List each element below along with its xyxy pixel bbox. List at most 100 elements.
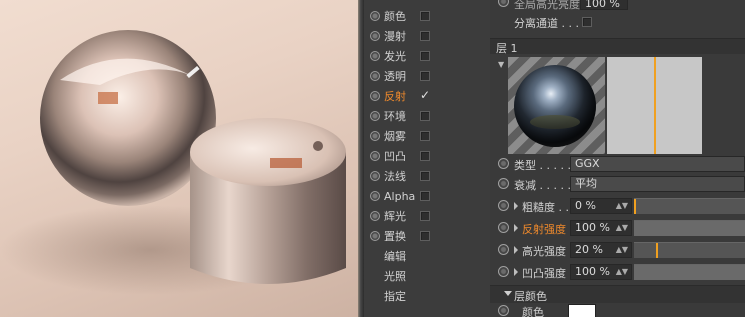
roughness-field[interactable]: 0 % ▲▼ bbox=[570, 198, 632, 214]
radio-icon[interactable] bbox=[370, 131, 380, 141]
channel-item[interactable]: 烟雾 bbox=[364, 126, 490, 146]
channel-label: 透明 bbox=[384, 70, 406, 83]
type-dropdown[interactable]: GGX bbox=[570, 156, 745, 172]
spinner-icon[interactable]: ▲▼ bbox=[616, 243, 628, 257]
channel-checkbox[interactable] bbox=[420, 191, 430, 201]
radio-icon[interactable] bbox=[498, 200, 509, 211]
channel-label: Alpha bbox=[384, 189, 416, 203]
channel-item[interactable]: 反射 ✓ bbox=[364, 86, 490, 106]
channel-item[interactable]: 漫射 bbox=[364, 26, 490, 46]
channel-label: 漫射 bbox=[384, 30, 406, 43]
channel-item[interactable]: 透明 bbox=[364, 66, 490, 86]
channel-label: 编辑 bbox=[384, 250, 406, 263]
collapse-arrow-icon[interactable]: ▼ bbox=[498, 60, 504, 69]
channel-item[interactable]: 颜色 bbox=[364, 6, 490, 26]
top-partial-value: 100 % bbox=[585, 0, 620, 10]
channel-checkbox[interactable] bbox=[420, 151, 430, 161]
radio-icon[interactable] bbox=[370, 191, 380, 201]
specular-field[interactable]: 20 % ▲▼ bbox=[570, 242, 632, 258]
radio-icon[interactable] bbox=[370, 231, 380, 241]
channel-item[interactable]: Alpha bbox=[364, 186, 490, 206]
radio-icon[interactable] bbox=[370, 111, 380, 121]
radio-icon[interactable] bbox=[498, 178, 509, 189]
channel-label: 环境 bbox=[384, 110, 406, 123]
reflect-strength-slider[interactable] bbox=[634, 220, 745, 236]
expand-arrow-icon[interactable] bbox=[514, 202, 518, 210]
channel-item[interactable]: 凹凸 bbox=[364, 146, 490, 166]
separate-pass-checkbox[interactable] bbox=[582, 17, 592, 27]
reflectance-preview bbox=[508, 57, 605, 154]
curve-line bbox=[654, 57, 656, 154]
bump-label: 凹凸强度 bbox=[522, 267, 566, 280]
specular-row: 高光强度 20 % ▲▼ bbox=[490, 240, 745, 260]
bump-field[interactable]: 100 % ▲▼ bbox=[570, 264, 632, 280]
radio-icon[interactable] bbox=[498, 244, 509, 255]
radio-icon[interactable] bbox=[370, 91, 380, 101]
radio-icon[interactable] bbox=[370, 171, 380, 181]
channel-item[interactable]: 法线 bbox=[364, 166, 490, 186]
radio-icon[interactable] bbox=[498, 222, 509, 233]
attenuation-dropdown[interactable]: 平均 bbox=[570, 176, 745, 192]
spinner-icon[interactable]: ▲▼ bbox=[616, 221, 628, 235]
specular-value: 20 % bbox=[575, 243, 603, 256]
channel-checkbox[interactable] bbox=[420, 51, 430, 61]
channel-checkbox[interactable] bbox=[420, 111, 430, 121]
channel-checkbox[interactable]: ✓ bbox=[420, 88, 430, 102]
color-swatch[interactable] bbox=[568, 304, 596, 317]
layer-color-section[interactable]: 层颜色 bbox=[490, 285, 745, 303]
channel-checkbox[interactable] bbox=[420, 211, 430, 221]
attenuation-row: 衰减 . . . . . . 平均 bbox=[490, 174, 745, 194]
channel-checkbox[interactable] bbox=[420, 31, 430, 41]
reflect-strength-row: 反射强度 100 % ▲▼ bbox=[490, 218, 745, 238]
channel-checkbox[interactable] bbox=[420, 131, 430, 141]
specular-label: 高光强度 bbox=[522, 245, 566, 258]
expand-arrow-icon[interactable] bbox=[514, 246, 518, 254]
roughness-slider[interactable] bbox=[634, 198, 745, 214]
spinner-icon[interactable]: ▲▼ bbox=[616, 265, 628, 279]
top-partial-field[interactable]: 100 % bbox=[580, 0, 628, 10]
radio-icon[interactable] bbox=[370, 211, 380, 221]
channel-checkbox[interactable] bbox=[420, 11, 430, 21]
type-value: GGX bbox=[575, 157, 600, 170]
channel-checkbox[interactable] bbox=[420, 71, 430, 81]
roughness-value: 0 % bbox=[575, 199, 596, 212]
channel-checkbox[interactable] bbox=[420, 171, 430, 181]
channel-item[interactable]: 编辑 bbox=[364, 246, 490, 266]
channel-item[interactable]: 发光 bbox=[364, 46, 490, 66]
expand-arrow-icon[interactable] bbox=[514, 268, 518, 276]
channel-item[interactable]: 光照 bbox=[364, 266, 490, 286]
channel-checkbox[interactable] bbox=[420, 231, 430, 241]
separate-pass-row: 分离通道 . . . . bbox=[490, 12, 745, 32]
render-viewport[interactable] bbox=[0, 0, 358, 317]
channel-label: 法线 bbox=[384, 170, 406, 183]
specular-slider[interactable] bbox=[634, 242, 745, 258]
channel-label: 凹凸 bbox=[384, 150, 406, 163]
channel-item[interactable]: 环境 bbox=[364, 106, 490, 126]
radio-icon[interactable] bbox=[370, 11, 380, 21]
reflect-strength-field[interactable]: 100 % ▲▼ bbox=[570, 220, 632, 236]
bump-slider[interactable] bbox=[634, 264, 745, 280]
radio-icon[interactable] bbox=[498, 0, 509, 7]
channel-item[interactable]: 指定 bbox=[364, 286, 490, 306]
radio-icon[interactable] bbox=[498, 266, 509, 277]
radio-icon[interactable] bbox=[498, 158, 509, 169]
layer-title: 层 1 bbox=[496, 42, 518, 55]
slider-marker bbox=[656, 243, 659, 258]
radio-icon[interactable] bbox=[370, 31, 380, 41]
radio-icon[interactable] bbox=[370, 51, 380, 61]
radio-icon[interactable] bbox=[498, 305, 509, 316]
spinner-icon[interactable]: ▲▼ bbox=[616, 199, 628, 213]
attenuation-label: 衰减 . . . . . . bbox=[514, 179, 578, 192]
radio-icon[interactable] bbox=[370, 71, 380, 81]
preview-sphere bbox=[514, 65, 596, 147]
expand-arrow-icon[interactable] bbox=[514, 224, 518, 232]
bump-value: 100 % bbox=[575, 265, 610, 278]
channel-label: 发光 bbox=[384, 50, 406, 63]
channel-item[interactable]: 辉光 bbox=[364, 206, 490, 226]
radio-icon[interactable] bbox=[370, 151, 380, 161]
channel-item[interactable]: 置换 bbox=[364, 226, 490, 246]
collapse-arrow-icon[interactable] bbox=[504, 291, 512, 296]
roughness-row: 粗糙度 . . 0 % ▲▼ bbox=[490, 196, 745, 216]
channel-label: 颜色 bbox=[384, 10, 406, 23]
channel-label: 反射 bbox=[384, 90, 406, 103]
